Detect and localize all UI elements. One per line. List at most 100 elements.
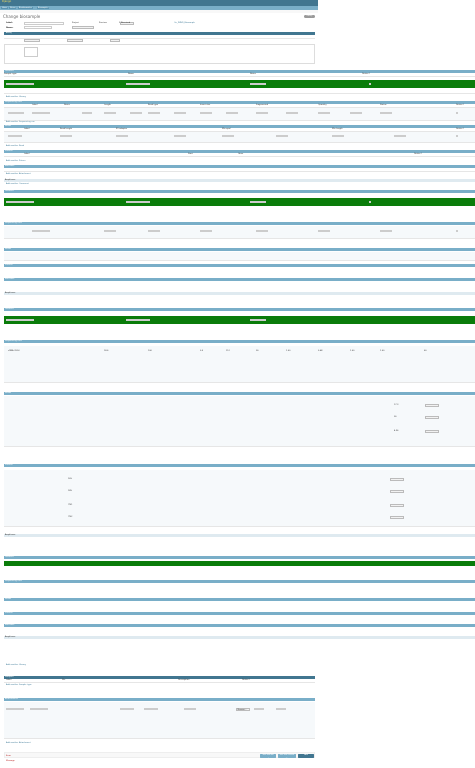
run-1-length[interactable] bbox=[104, 112, 116, 115]
primer-3-browse-1[interactable] bbox=[390, 478, 404, 481]
section-amplicons-1-title: Amplicons bbox=[5, 179, 16, 181]
add-library-link-2[interactable]: Add another Library bbox=[6, 664, 26, 666]
label-field-label: Label: bbox=[6, 22, 13, 24]
run-2-length[interactable] bbox=[104, 230, 116, 233]
library-1-status[interactable] bbox=[250, 82, 266, 85]
section-amplicons-4-title: Amplicons bbox=[5, 636, 16, 638]
add-read-link-1[interactable]: Add another Read bbox=[6, 145, 24, 147]
read-3-browse-2[interactable] bbox=[425, 416, 439, 419]
section-reads-2-title: Reads bbox=[5, 248, 12, 250]
run-2-qty[interactable] bbox=[200, 230, 212, 233]
attachment-col-b[interactable] bbox=[144, 708, 158, 711]
section-reads-2: Reads bbox=[4, 248, 475, 251]
attachment-col-c[interactable] bbox=[184, 708, 196, 711]
col-run-insert-size: Insert size bbox=[200, 104, 211, 106]
preview-link[interactable]: On_WIND_Biosample bbox=[174, 22, 195, 24]
read-1-max[interactable] bbox=[276, 135, 288, 138]
project-label: Project bbox=[72, 22, 79, 24]
run-2-col-a[interactable] bbox=[256, 230, 268, 233]
assay-header-row bbox=[4, 35, 315, 40]
run-1-col-b[interactable] bbox=[286, 112, 298, 115]
library-1-delete[interactable] bbox=[369, 82, 372, 85]
library-1-selected-row[interactable] bbox=[4, 80, 475, 88]
primer-3-browse-2[interactable] bbox=[390, 490, 404, 493]
library-2-status[interactable] bbox=[250, 200, 266, 203]
save-continue-button[interactable]: Save and continue editing bbox=[278, 754, 296, 760]
save-add-button[interactable]: Save and add another bbox=[260, 754, 276, 760]
read-1-r1[interactable] bbox=[116, 135, 128, 138]
add-primer-link-1[interactable]: Add another Primer bbox=[6, 160, 26, 162]
read-1-minlen[interactable] bbox=[332, 135, 344, 138]
run-1-frag[interactable] bbox=[174, 112, 186, 115]
attachment-browse[interactable]: Browse... bbox=[236, 708, 250, 711]
read-1-trim[interactable] bbox=[394, 135, 406, 138]
add-sample-type-link[interactable]: Add another Sample type bbox=[6, 684, 32, 686]
add-run-link-1[interactable]: Add another Sequencing run bbox=[6, 121, 35, 123]
add-attachment-link-2[interactable]: Add another Attachment bbox=[6, 742, 31, 744]
library-4-selected-row[interactable] bbox=[4, 561, 475, 566]
name-input[interactable] bbox=[24, 26, 52, 29]
library-3-selected-row[interactable] bbox=[4, 316, 475, 324]
run-1-name[interactable] bbox=[82, 112, 92, 115]
primer-3-browse-3[interactable] bbox=[390, 504, 404, 507]
library-1-name[interactable] bbox=[126, 82, 150, 85]
site-brand[interactable]: Django bbox=[2, 0, 11, 3]
col-sample-type: Sample type bbox=[4, 73, 17, 75]
run-1-qty[interactable] bbox=[200, 112, 212, 115]
run-1-read-type[interactable] bbox=[130, 112, 142, 115]
run-2-status[interactable] bbox=[380, 230, 392, 233]
library-2-selected-row[interactable] bbox=[4, 198, 475, 206]
library-3-sample-type[interactable] bbox=[6, 318, 34, 321]
run-1-size[interactable] bbox=[226, 112, 238, 115]
name-field-label: Name: bbox=[6, 26, 14, 29]
library-2-name[interactable] bbox=[126, 200, 150, 203]
run-1-col-c[interactable] bbox=[318, 112, 330, 115]
library-3-name[interactable] bbox=[126, 318, 150, 321]
read-1-label[interactable] bbox=[8, 135, 22, 138]
run-1-col-d[interactable] bbox=[350, 112, 362, 115]
run-1-status[interactable] bbox=[380, 112, 392, 115]
run-1-label[interactable] bbox=[8, 112, 24, 115]
attachment-col-a[interactable] bbox=[120, 708, 134, 711]
attachment-col-e[interactable] bbox=[276, 708, 286, 711]
run-1-insert[interactable] bbox=[148, 112, 160, 115]
label-input[interactable] bbox=[24, 21, 64, 25]
read-1-r2[interactable] bbox=[174, 135, 186, 138]
attachment-col-d[interactable] bbox=[254, 708, 264, 711]
add-attachment-link-1[interactable]: Add another Attachment bbox=[6, 173, 31, 175]
run-2-col-c[interactable] bbox=[318, 230, 330, 233]
read-3-browse-3[interactable] bbox=[425, 430, 439, 433]
assay-select-3[interactable] bbox=[110, 38, 120, 42]
attachment-name[interactable] bbox=[30, 708, 48, 711]
read-3-browse-1[interactable] bbox=[425, 404, 439, 407]
primer-3-browse-4[interactable] bbox=[390, 516, 404, 519]
run-1-col-a[interactable] bbox=[256, 112, 268, 115]
library-3-status[interactable] bbox=[250, 318, 266, 321]
run-1-delete[interactable] bbox=[456, 112, 459, 115]
run-2-notes[interactable] bbox=[32, 230, 50, 233]
run-1-notes[interactable] bbox=[32, 112, 50, 115]
run-3-value-2: 0.5 bbox=[200, 350, 204, 352]
read-1-delete[interactable] bbox=[456, 135, 459, 138]
assay-notes-input[interactable] bbox=[24, 47, 38, 57]
history-button[interactable]: History bbox=[304, 15, 315, 18]
save-button[interactable]: SAVE bbox=[298, 754, 314, 758]
library-1-sample-type[interactable] bbox=[6, 82, 34, 85]
library-2-sample-type[interactable] bbox=[6, 200, 34, 203]
read-1-min[interactable] bbox=[222, 135, 234, 138]
sub-header bbox=[0, 9, 318, 13]
attachment-label[interactable] bbox=[6, 708, 24, 711]
col-read-r1: R1 adaptor bbox=[116, 128, 128, 130]
assay-select-1[interactable] bbox=[24, 38, 40, 42]
read-1-length[interactable] bbox=[60, 135, 72, 138]
run-2-insert[interactable] bbox=[148, 230, 160, 233]
library-2-delete[interactable] bbox=[369, 200, 372, 203]
col-primer-start: Start bbox=[188, 153, 193, 155]
project-select[interactable] bbox=[72, 25, 94, 29]
section-barcodes-2: Barcodes bbox=[4, 278, 475, 281]
run-2-delete[interactable] bbox=[456, 230, 459, 233]
assay-select-2[interactable] bbox=[67, 38, 83, 42]
add-library-link-1[interactable]: Add another Library bbox=[6, 96, 26, 98]
add-comment-link-1[interactable]: Add another Comment bbox=[6, 183, 29, 185]
col-run-notes: Notes bbox=[64, 104, 70, 106]
